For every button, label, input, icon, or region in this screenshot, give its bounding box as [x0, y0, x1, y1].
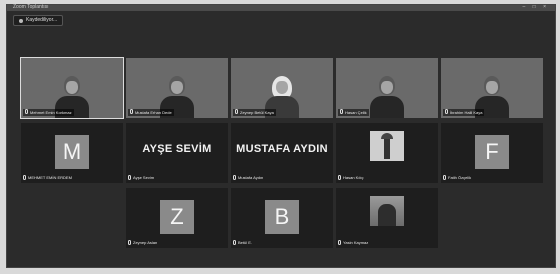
avatar: M	[55, 135, 89, 169]
title-bar: Zoom Toplantısı – □ ×	[7, 4, 555, 11]
participant-tile[interactable]: MUSTAFA AYDIN Mustafa Aydın	[231, 123, 333, 183]
participant-tile[interactable]: F Fatih Özçelik	[441, 123, 543, 183]
mic-muted-icon	[233, 240, 236, 245]
participant-tile[interactable]: Zeynep Betül Kaya	[231, 58, 333, 118]
mic-muted-icon	[338, 240, 341, 245]
avatar: B	[265, 200, 299, 234]
profile-picture	[370, 196, 404, 226]
mic-muted-icon	[338, 175, 341, 180]
participant-tile[interactable]: İbrahim Halil Kaya	[441, 58, 543, 118]
gallery-grid: Mehmet Emin Korkmaz Mustafa Erhan Dede Z…	[20, 57, 543, 253]
record-dot-icon	[19, 18, 23, 23]
mic-muted-icon	[443, 175, 446, 180]
participant-tile[interactable]: Mehmet Emin Korkmaz	[20, 57, 124, 119]
mic-icon	[25, 109, 28, 114]
mic-icon	[445, 109, 448, 114]
participant-name: Mehmet Emin Korkmaz	[30, 110, 72, 115]
participant-tile[interactable]: Mustafa Erhan Dede	[126, 58, 228, 118]
mic-muted-icon	[233, 175, 236, 180]
participant-name: Mustafa Aydın	[238, 175, 264, 180]
avatar: F	[475, 135, 509, 169]
mic-icon	[130, 109, 133, 114]
mic-muted-icon	[128, 175, 131, 180]
participant-name: Zeynep Betül Kaya	[240, 110, 274, 115]
participant-tile[interactable]: Hasan Kılıç	[336, 123, 438, 183]
participant-tile[interactable]: Yasin Kaymaz	[336, 188, 438, 248]
participant-tile[interactable]: M MEHMET EMİN ERDEM	[21, 123, 123, 183]
recording-indicator[interactable]: Kaydediliyor...	[13, 15, 64, 26]
window-controls[interactable]: – □ ×	[523, 4, 550, 10]
participant-name: Yasin Kaymaz	[343, 240, 369, 245]
participant-display-name: MUSTAFA AYDIN	[236, 143, 328, 155]
participant-tile[interactable]: B Betül E.	[231, 188, 333, 248]
participant-tile[interactable]: Hasan Çelik	[336, 58, 438, 118]
mic-icon	[235, 109, 238, 114]
zoom-window: Zoom Toplantısı – □ × Kaydediliyor... Me…	[6, 4, 556, 268]
participant-name: Betül E.	[238, 240, 253, 245]
mic-muted-icon	[128, 240, 131, 245]
participant-name: Hasan Çelik	[345, 110, 367, 115]
profile-picture	[370, 131, 404, 161]
participant-name: Mustafa Erhan Dede	[135, 110, 172, 115]
participant-name: MEHMET EMİN ERDEM	[28, 175, 72, 180]
participant-name: Hasan Kılıç	[343, 175, 364, 180]
participant-tile[interactable]: AYŞE SEVİM Ayşe Sevim	[126, 123, 228, 183]
participant-name: Fatih Özçelik	[448, 175, 472, 180]
participant-name: İbrahim Halil Kaya	[450, 110, 483, 115]
window-title: Zoom Toplantısı	[13, 4, 49, 10]
recording-label: Kaydediliyor...	[26, 17, 58, 23]
avatar: Z	[160, 200, 194, 234]
participant-name: Ayşe Sevim	[133, 175, 155, 180]
participant-tile[interactable]: Z Zeynep Aslan	[126, 188, 228, 248]
mic-muted-icon	[23, 175, 26, 180]
participant-name: Zeynep Aslan	[133, 240, 158, 245]
participant-display-name: AYŞE SEVİM	[142, 143, 212, 155]
mic-icon	[340, 109, 343, 114]
